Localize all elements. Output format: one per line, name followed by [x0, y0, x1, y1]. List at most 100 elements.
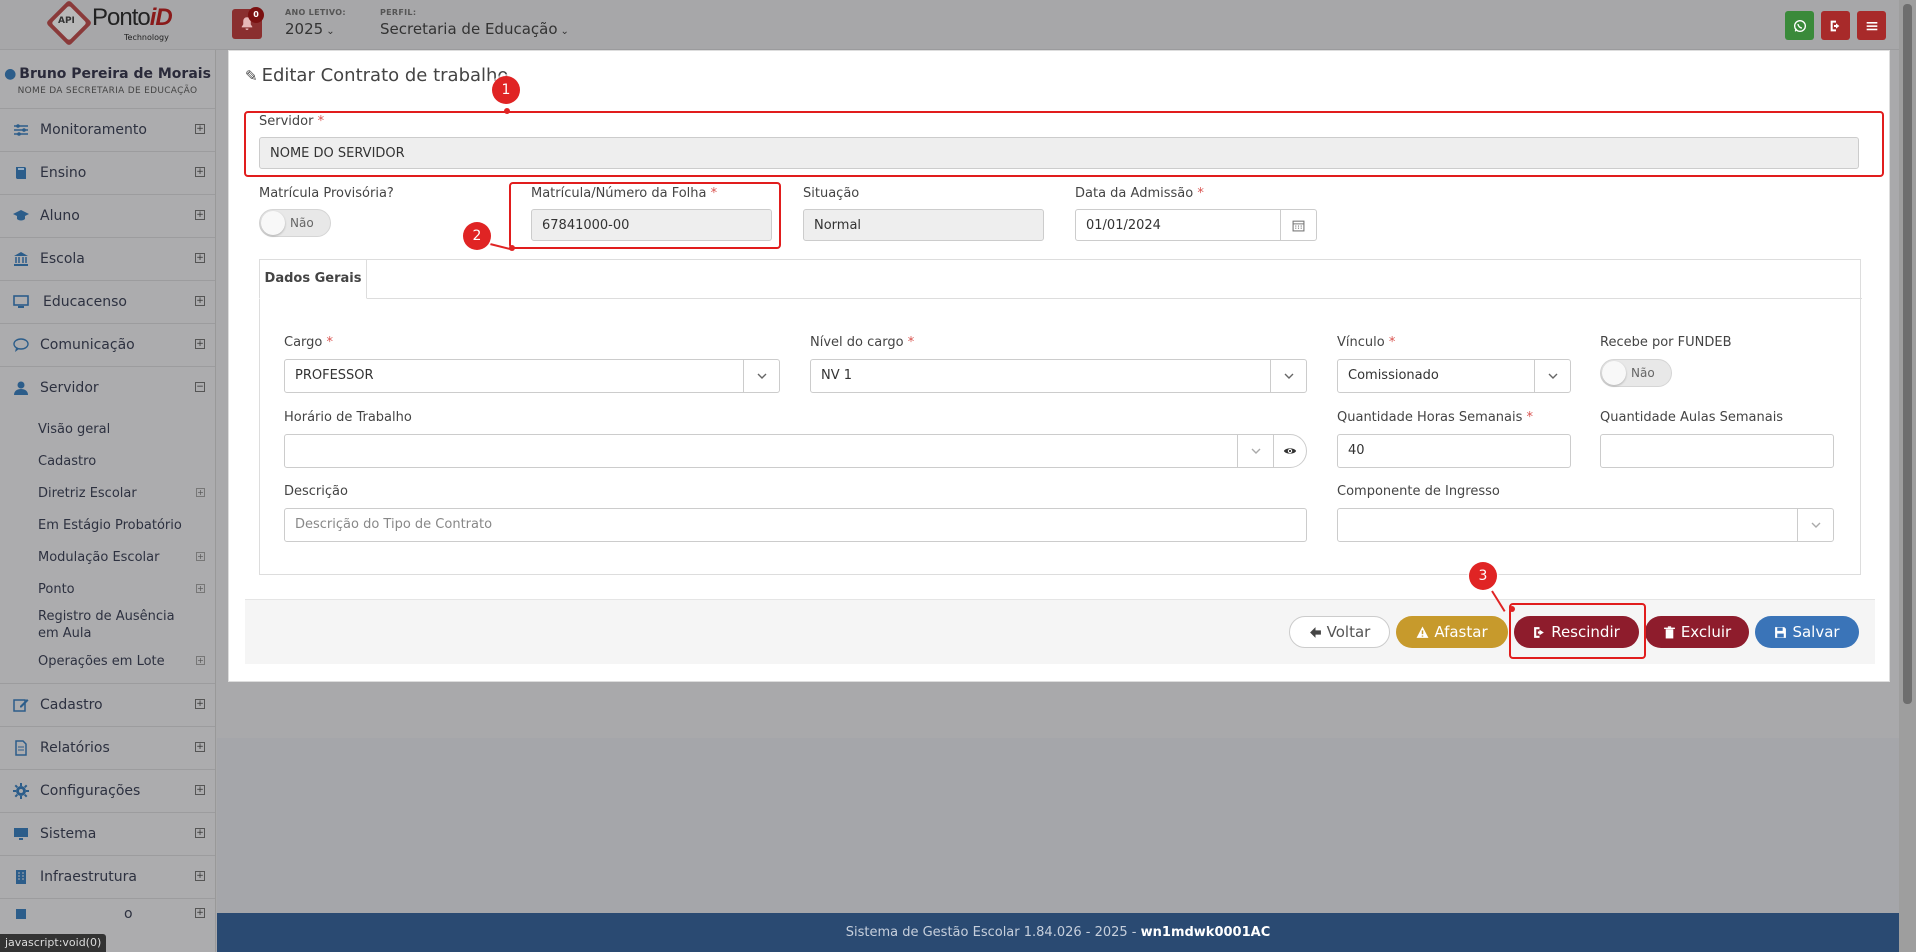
submenu-item[interactable]: Cadastro: [0, 445, 215, 477]
submenu-label: Cadastro: [38, 453, 97, 469]
nivel-label: Nível do cargo *: [810, 335, 915, 350]
submenu-label: Visão geral: [38, 421, 111, 437]
submenu-item[interactable]: Visão geral: [0, 413, 215, 445]
page-title-text: Editar Contrato de trabalho: [261, 65, 509, 86]
sidebar-item-sistema[interactable]: Sistema +: [0, 812, 215, 855]
fundeb-label: Recebe por FUNDEB: [1600, 335, 1732, 350]
sidebar-item-comunicacao[interactable]: Comunicação +: [0, 323, 215, 366]
sidebar-item-label: Escola: [40, 251, 85, 267]
expand-icon: +: [195, 908, 205, 918]
ano-letivo-selector[interactable]: ANO LETIVO: 2025 ⌄: [285, 8, 346, 38]
logo-api-text: API: [58, 16, 75, 26]
tabs-divider: [366, 298, 1862, 299]
nivel-value: NV 1: [821, 368, 853, 383]
salvar-button[interactable]: Salvar: [1755, 616, 1859, 648]
componente-label: Componente de Ingresso: [1337, 484, 1500, 499]
annotation-box-3: [1509, 603, 1646, 659]
vinculo-label: Vínculo *: [1337, 335, 1396, 350]
sidebar-item-servidor[interactable]: Servidor −: [0, 366, 215, 409]
perfil-selector[interactable]: PERFIL: Secretaria de Educação ⌄: [380, 8, 569, 38]
sidebar-item-ensino[interactable]: Ensino +: [0, 151, 215, 194]
horas-label: Quantidade Horas Semanais *: [1337, 410, 1534, 425]
cargo-label: Cargo *: [284, 335, 334, 350]
toggle-text: Não: [290, 216, 314, 230]
tab-dados-gerais[interactable]: Dados Gerais: [259, 259, 367, 299]
user-icon: ●: [4, 66, 17, 82]
menu-button[interactable]: [1857, 11, 1886, 40]
toggle-knob: [261, 211, 285, 235]
expand-icon: +: [195, 871, 205, 881]
descricao-label: Descrição: [284, 484, 348, 499]
logo-tech: Technology: [124, 33, 169, 42]
cargo-select[interactable]: PROFESSOR: [284, 359, 780, 393]
sidebar-item-relatorios[interactable]: Relatórios +: [0, 726, 215, 769]
vinculo-select[interactable]: Comissionado: [1337, 359, 1571, 393]
servidor-submenu: Visão geral Cadastro Diretriz Escolar + E…: [0, 409, 215, 683]
data-admissao-value: 01/01/2024: [1086, 218, 1161, 233]
sidebar-item-configuracoes[interactable]: Configurações +: [0, 769, 215, 812]
aulas-input[interactable]: [1600, 434, 1834, 468]
sidebar-item-cadastro[interactable]: Cadastro +: [0, 683, 215, 726]
submenu-item[interactable]: Diretriz Escolar +: [0, 477, 215, 509]
submenu-item[interactable]: Operações em Lote +: [0, 645, 215, 677]
page-title: ✎ Editar Contrato de trabalho: [245, 65, 508, 86]
sidebar-item-escola[interactable]: Escola +: [0, 237, 215, 280]
status-tooltip: javascript:void(0): [0, 934, 107, 952]
warning-icon: [1416, 626, 1429, 638]
sidebar-item-infraestrutura[interactable]: Infraestrutura +: [0, 855, 215, 898]
pontoid-logo[interactable]: API PontoiD Technology: [40, 0, 180, 50]
submenu-label: Em Estágio Probatório: [38, 517, 182, 533]
sidebar-item-label: Configurações: [40, 783, 141, 799]
button-label: Afastar: [1434, 623, 1488, 641]
view-horario-button[interactable]: [1273, 434, 1307, 468]
chevron-down-icon: ⌄: [326, 26, 335, 37]
user-icon: [12, 379, 30, 397]
afastar-button[interactable]: Afastar: [1396, 616, 1508, 648]
submenu-item[interactable]: Em Estágio Probatório: [0, 509, 215, 541]
sidebar-item-educacenso[interactable]: Educacenso +: [0, 280, 215, 323]
nivel-select[interactable]: NV 1: [810, 359, 1307, 393]
logo-brand: PontoiD: [92, 4, 173, 31]
annotation-marker-1: 1: [492, 76, 520, 104]
componente-select[interactable]: [1337, 508, 1834, 542]
sliders-icon: [12, 121, 30, 139]
sidebar-item-aluno[interactable]: Aluno +: [0, 194, 215, 237]
expand-icon: +: [195, 339, 205, 349]
gear-icon: [12, 782, 30, 800]
sidebar-item-partial[interactable]: o +: [0, 898, 215, 928]
perfil-label: PERFIL:: [380, 8, 417, 17]
scrollbar-thumb[interactable]: [1903, 4, 1912, 704]
matricula-provisoria-toggle[interactable]: Não: [259, 209, 331, 237]
submenu-label: Operações em Lote: [38, 653, 165, 669]
fundeb-toggle[interactable]: Não: [1600, 359, 1672, 387]
user-org: NOME DA SECRETARIA DE EDUCAÇÃO: [17, 86, 198, 96]
excluir-button[interactable]: Excluir: [1645, 616, 1749, 648]
expand-icon: +: [195, 828, 205, 838]
footer-text: Sistema de Gestão Escolar 1.84.026 - 202…: [845, 925, 1141, 940]
submenu-item[interactable]: Registro de Ausência em Aula: [0, 605, 180, 645]
button-label: Salvar: [1792, 623, 1840, 641]
expand-icon: +: [195, 699, 205, 709]
calendar-icon[interactable]: [1280, 210, 1316, 240]
horario-label: Horário de Trabalho: [284, 410, 412, 425]
sidebar-item-label: Relatórios: [40, 740, 110, 756]
horas-input[interactable]: 40: [1337, 434, 1571, 468]
submenu-item[interactable]: Ponto +: [0, 573, 215, 605]
desktop-icon: [12, 825, 30, 843]
logout-button[interactable]: [1821, 11, 1850, 40]
submenu-item[interactable]: Modulação Escolar +: [0, 541, 215, 573]
edit-icon: [12, 696, 30, 714]
annotation-box-1: [244, 111, 1884, 177]
chevron-down-icon: [743, 360, 779, 392]
logout-icon: [1830, 20, 1839, 31]
voltar-button[interactable]: Voltar: [1289, 616, 1390, 648]
footer-build: wn1mdwk0001AC: [1140, 925, 1271, 940]
data-admissao-field[interactable]: 01/01/2024: [1075, 209, 1317, 241]
whatsapp-button[interactable]: [1785, 11, 1814, 40]
situacao-field[interactable]: Normal: [803, 209, 1044, 241]
edit-icon: ✎: [245, 67, 258, 85]
horario-select[interactable]: [284, 434, 1274, 468]
descricao-input[interactable]: Descrição do Tipo de Contrato: [284, 508, 1307, 542]
sidebar-item-monitoramento[interactable]: Monitoramento +: [0, 108, 215, 151]
monitor-icon: [12, 293, 30, 311]
